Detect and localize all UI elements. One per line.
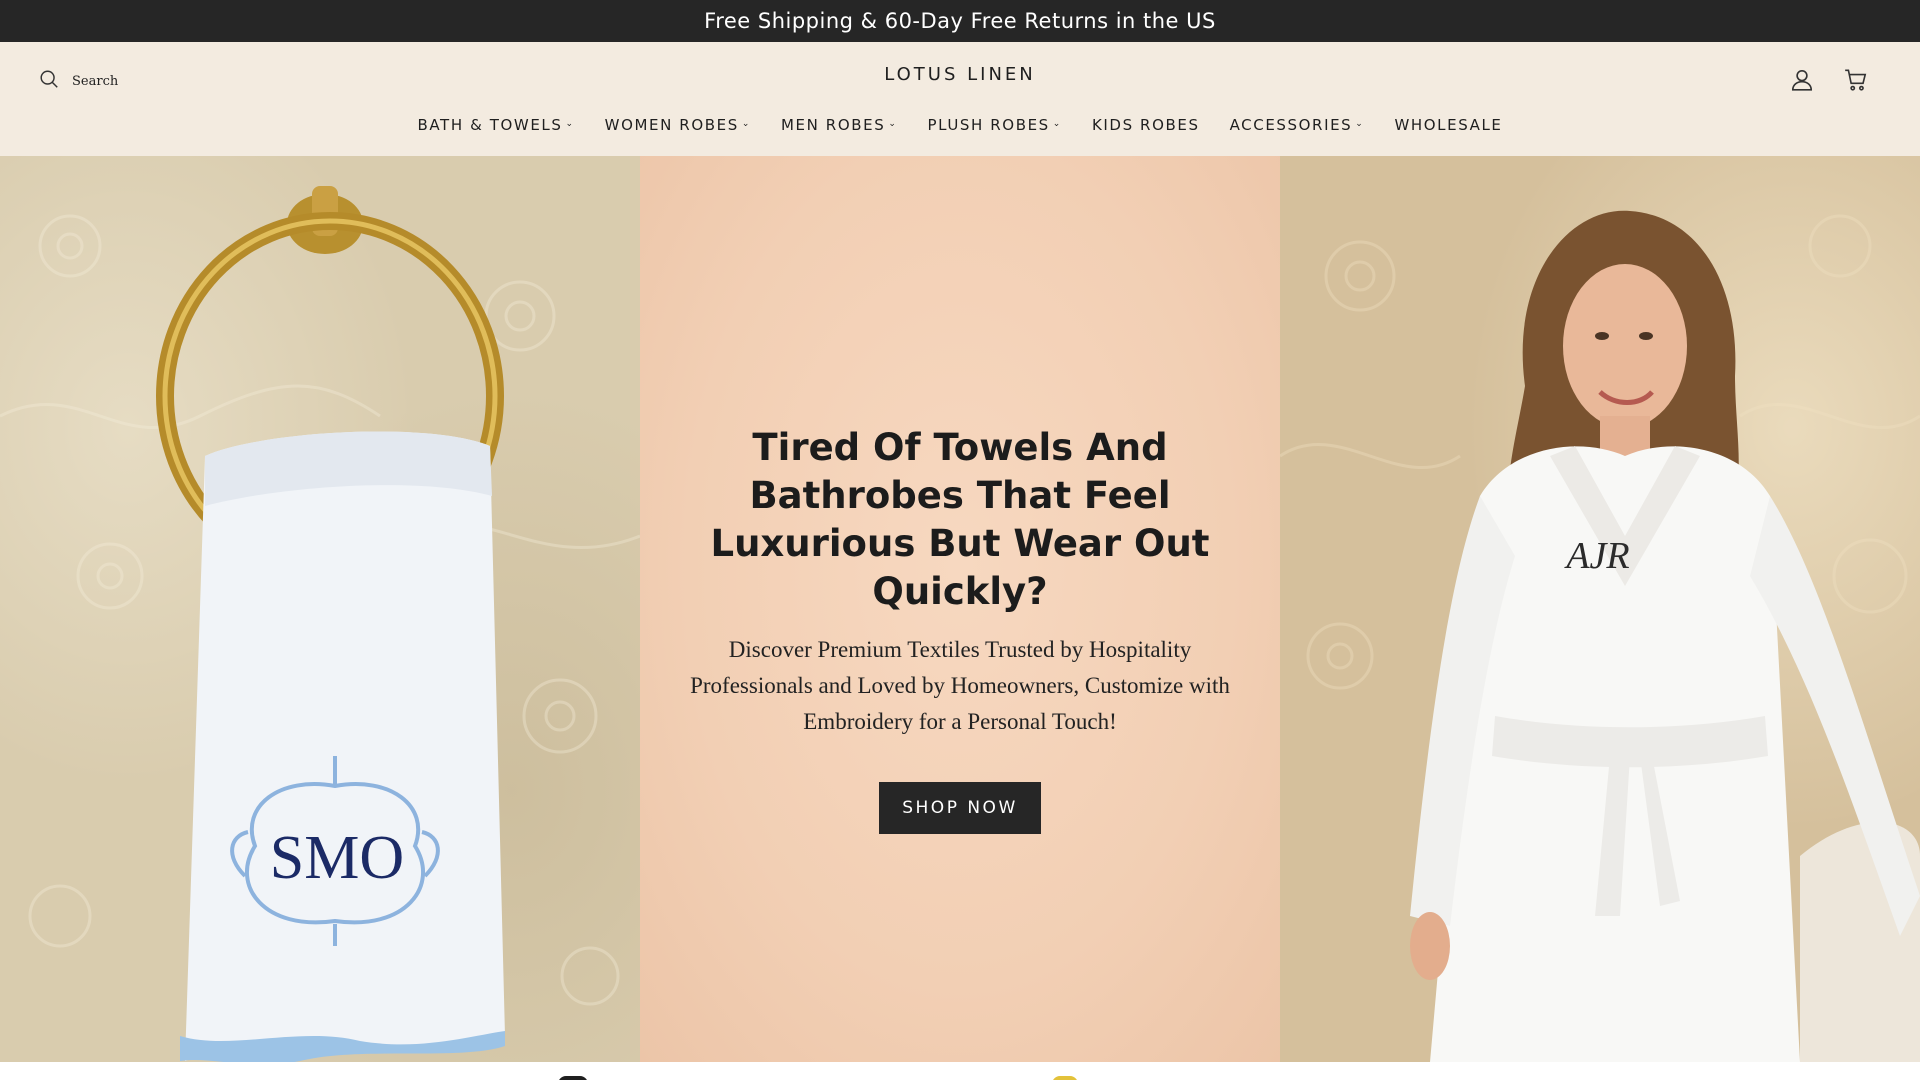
nav-item-label: WOMEN ROBES [604, 116, 739, 134]
nav-item-label: ACCESSORIES [1229, 116, 1353, 134]
nav-item-label: PLUSH ROBES [927, 116, 1050, 134]
announcement-bar: Free Shipping & 60-Day Free Returns in t… [0, 0, 1920, 42]
hero-image-towel: SMO [0, 156, 640, 1062]
nav-item-kids-robes[interactable]: KIDS ROBES [1077, 116, 1215, 134]
main-nav: BATH & TOWELS ⌄ WOMEN ROBES ⌄ MEN ROBES … [0, 110, 1920, 140]
nav-item-wholesale[interactable]: WHOLESALE [1379, 116, 1517, 134]
nav-item-bath-towels[interactable]: BATH & TOWELS ⌄ [402, 116, 589, 134]
site-logo[interactable]: LOTUS LINEN [0, 64, 1920, 85]
account-icon[interactable] [1788, 64, 1816, 96]
towel-illustration: SMO [156, 186, 505, 1062]
towel-monogram: SMO [270, 824, 404, 892]
next-section-edge [0, 1062, 1920, 1080]
site-header: Search LOTUS LINEN BATH & TOWELS ⌄ WOMEN… [0, 42, 1920, 156]
shop-now-button[interactable]: SHOP NOW [879, 782, 1041, 834]
woman-in-robe-illustration: AJR [1410, 210, 1920, 1062]
header-actions [1788, 64, 1870, 96]
hero-image-robe: AJR [1280, 156, 1920, 1062]
announcement-text: Free Shipping & 60-Day Free Returns in t… [704, 9, 1216, 33]
cart-icon[interactable] [1842, 64, 1870, 96]
nav-item-label: WHOLESALE [1394, 116, 1503, 134]
nav-item-women-robes[interactable]: WOMEN ROBES ⌄ [590, 116, 766, 134]
chevron-down-icon: ⌄ [1355, 119, 1365, 129]
chevron-down-icon: ⌄ [1052, 119, 1062, 129]
nav-item-accessories[interactable]: ACCESSORIES ⌄ [1215, 116, 1380, 134]
nav-item-label: BATH & TOWELS [417, 116, 563, 134]
chevron-down-icon: ⌄ [888, 119, 898, 129]
nav-item-men-robes[interactable]: MEN ROBES ⌄ [766, 116, 912, 134]
nav-item-label: KIDS ROBES [1091, 116, 1200, 134]
robe-monogram: AJR [1563, 535, 1629, 577]
partner-logo-fragment [1052, 1076, 1078, 1080]
partner-logo-fragment [558, 1076, 588, 1080]
chevron-down-icon: ⌄ [741, 119, 751, 129]
nav-item-plush-robes[interactable]: PLUSH ROBES ⌄ [912, 116, 1076, 134]
chevron-down-icon: ⌄ [565, 119, 575, 129]
hero-banner: SMO Tired Of Towels And Bathrobes That F… [0, 156, 1920, 1062]
nav-item-label: MEN ROBES [780, 116, 886, 134]
hero-title: Tired Of Towels And Bathrobes That Feel … [710, 426, 1210, 613]
hero-subtitle: Discover Premium Textiles Trusted by Hos… [690, 637, 1230, 734]
hero-text-panel: Tired Of Towels And Bathrobes That Feel … [640, 156, 1280, 1062]
